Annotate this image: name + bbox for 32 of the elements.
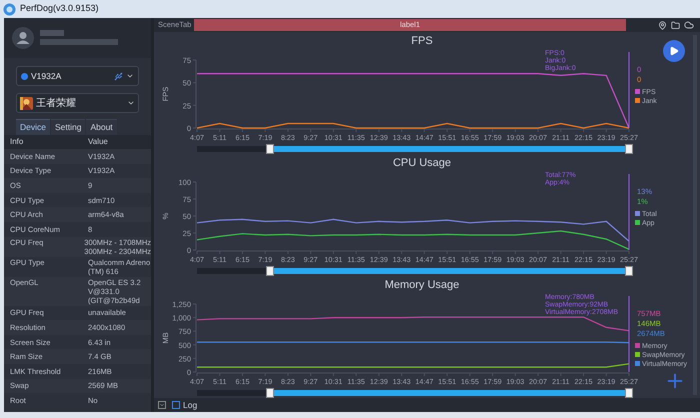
chart-title: CPU Usage — [392, 156, 452, 170]
y-axis — [192, 60, 196, 128]
cloud-icon[interactable] — [684, 20, 694, 30]
slider-handle[interactable] — [625, 388, 633, 398]
slider-handle[interactable] — [625, 266, 633, 276]
slider-handle[interactable] — [266, 144, 274, 154]
slider-handle[interactable] — [625, 144, 633, 154]
play-icon — [669, 46, 679, 56]
y-axis — [192, 182, 196, 250]
device-selector[interactable]: V1932A — [16, 66, 139, 86]
slider-handle[interactable] — [266, 388, 274, 398]
window-title: PerfDog(v3.0.9153) — [20, 2, 99, 16]
column-header: Info — [9, 136, 24, 148]
location-pin-icon[interactable] — [658, 20, 667, 30]
app-selector[interactable]: 王者荣耀 — [16, 93, 139, 113]
caret-icon — [127, 99, 135, 107]
avatar-icon — [12, 27, 34, 49]
sidebar-tab[interactable]: Setting — [50, 119, 86, 135]
usb-icon — [114, 72, 123, 80]
chart-title: FPS — [411, 34, 433, 48]
sidebar-tab[interactable]: Device — [16, 119, 50, 135]
app-logo-icon — [3, 2, 16, 16]
y-axis — [192, 304, 196, 372]
dropdown-icon[interactable] — [158, 401, 166, 409]
caret-icon — [126, 72, 134, 80]
play-button[interactable] — [663, 40, 685, 62]
sidebar-tab[interactable]: About — [86, 119, 117, 135]
log-checkbox[interactable]: Log — [172, 398, 198, 412]
folder-icon[interactable] — [671, 20, 680, 30]
chart-title: Memory Usage — [384, 278, 460, 292]
slider-handle[interactable] — [266, 266, 274, 276]
column-header: Value — [87, 136, 108, 148]
